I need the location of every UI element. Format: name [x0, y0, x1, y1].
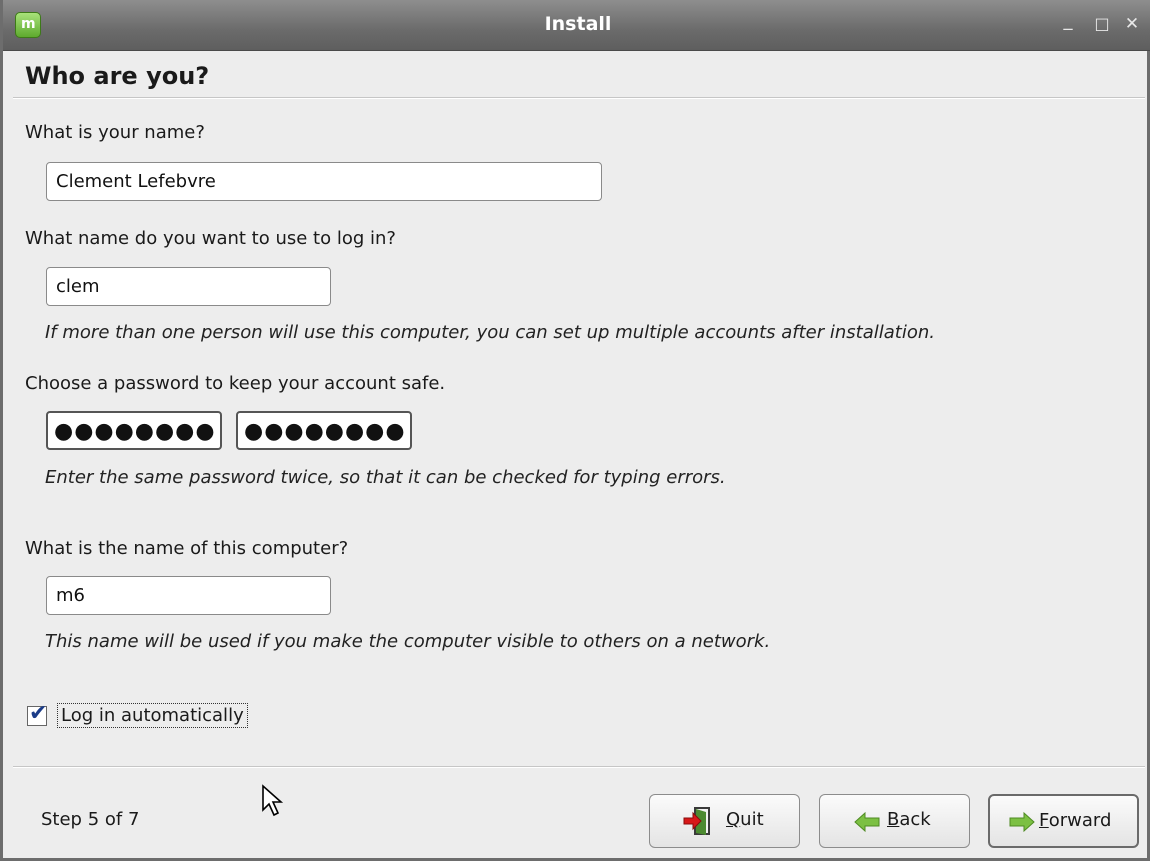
- close-icon[interactable]: ✕: [1121, 13, 1143, 35]
- forward-label: Forward: [1039, 810, 1112, 831]
- footer-divider: [13, 766, 1145, 768]
- autologin-checkbox[interactable]: ✔: [27, 701, 47, 726]
- password-label: Choose a password to keep your account s…: [25, 373, 446, 394]
- arrow-left-icon: [854, 811, 880, 838]
- mouse-pointer-icon: [261, 784, 285, 825]
- password-hint: Enter the same password twice, so that i…: [45, 467, 726, 488]
- password-confirm-input[interactable]: ●●●●●●●●: [236, 411, 412, 450]
- login-hint: If more than one person will use this co…: [45, 322, 935, 343]
- quit-label: Quit: [726, 809, 764, 830]
- login-label: What name do you want to use to log in?: [25, 228, 396, 249]
- title-bar[interactable]: m Install _ □ ✕: [3, 0, 1150, 51]
- password-input[interactable]: ●●●●●●●●: [46, 411, 222, 450]
- step-indicator: Step 5 of 7: [41, 809, 140, 830]
- hostname-input[interactable]: m6: [46, 576, 331, 615]
- autologin-label[interactable]: Log in automatically: [57, 703, 248, 728]
- username-input[interactable]: clem: [46, 267, 331, 306]
- header-divider: [13, 97, 1145, 99]
- back-label: Back: [887, 809, 931, 830]
- forward-button[interactable]: Forward: [988, 794, 1139, 848]
- name-label: What is your name?: [25, 122, 205, 143]
- hostname-label: What is the name of this computer?: [25, 538, 349, 559]
- quit-button[interactable]: Quit: [649, 794, 800, 848]
- checkmark-icon: ✔: [29, 701, 48, 726]
- full-name-input[interactable]: Clement Lefebvre: [46, 162, 602, 201]
- minimize-icon[interactable]: _: [1057, 10, 1079, 32]
- installer-window: m Install _ □ ✕ Who are you? What is you…: [0, 0, 1150, 861]
- exit-door-icon: [682, 805, 712, 842]
- page-title: Who are you?: [25, 62, 210, 90]
- hostname-hint: This name will be used if you make the c…: [45, 631, 771, 652]
- maximize-icon[interactable]: □: [1091, 13, 1113, 35]
- back-button[interactable]: Back: [819, 794, 970, 848]
- arrow-right-icon: [1009, 811, 1035, 838]
- window-title: Install: [544, 13, 612, 35]
